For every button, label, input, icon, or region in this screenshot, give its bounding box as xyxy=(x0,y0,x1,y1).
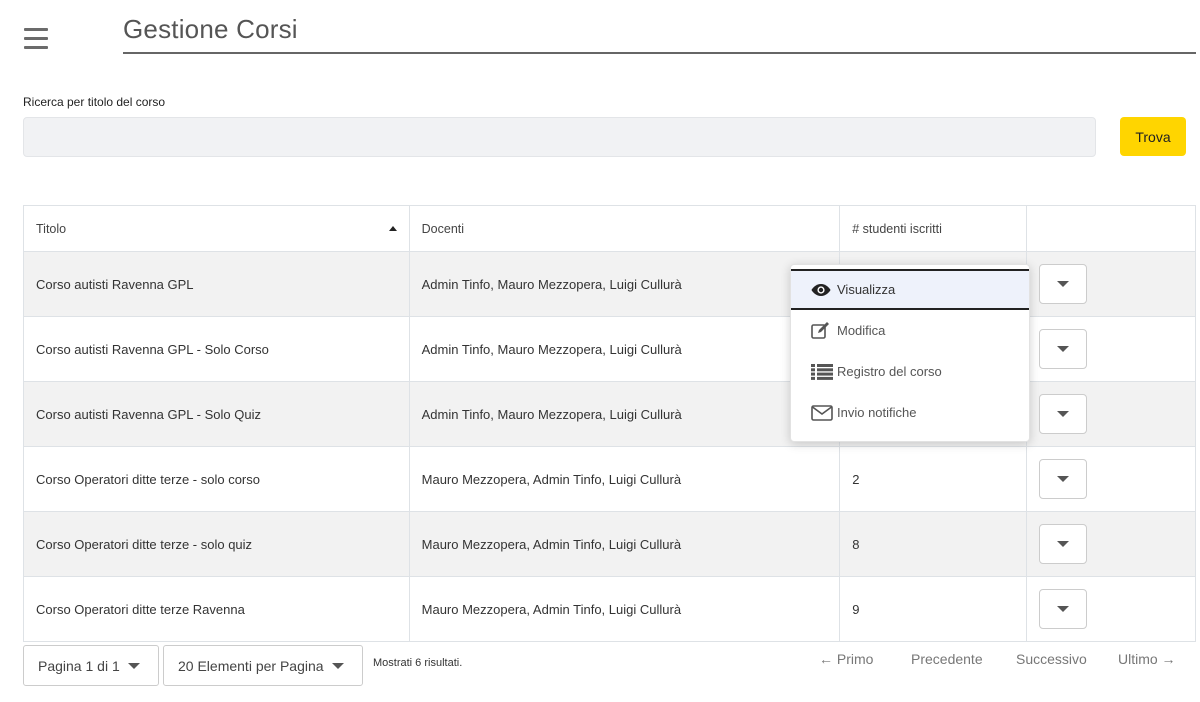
row-actions-button[interactable] xyxy=(1039,264,1088,304)
column-header-title[interactable]: Titolo xyxy=(23,205,410,252)
column-header-label: Titolo xyxy=(36,221,67,236)
cell-teachers: Admin Tinfo, Mauro Mezzopera, Luigi Cull… xyxy=(408,316,841,382)
menu-item-label: Modifica xyxy=(837,323,886,338)
cell-teachers: Mauro Mezzopera, Admin Tinfo, Luigi Cull… xyxy=(408,576,841,642)
cell-actions xyxy=(1026,446,1196,512)
cell-students: 8 xyxy=(839,511,1028,577)
menu-item-label: Invio notifiche xyxy=(837,405,917,420)
cell-actions xyxy=(1026,576,1196,642)
table-row: Corso Operatori ditte terze Ravenna Maur… xyxy=(23,576,1196,642)
menu-item-invio-notifiche[interactable]: Invio notifiche xyxy=(791,392,1029,433)
cell-title: Corso autisti Ravenna GPL xyxy=(23,251,410,317)
menu-item-label: Visualizza xyxy=(837,282,896,297)
page-select-value: Pagina 1 di 1 xyxy=(38,657,120,674)
row-actions-button[interactable] xyxy=(1039,524,1088,564)
cell-actions xyxy=(1026,316,1196,382)
cell-actions xyxy=(1026,251,1196,317)
table-row: Corso Operatori ditte terze - solo quiz … xyxy=(23,511,1196,577)
row-actions-button[interactable] xyxy=(1039,394,1088,434)
cell-actions xyxy=(1026,511,1196,577)
sort-asc-icon[interactable] xyxy=(388,226,397,231)
menu-toggle-icon[interactable] xyxy=(24,28,48,50)
cell-title: Corso Operatori ditte terze - solo corso xyxy=(23,446,410,512)
previous-page-link[interactable]: Precedente xyxy=(911,651,983,667)
chevron-down-icon xyxy=(1057,476,1070,482)
list-icon xyxy=(811,363,833,381)
chevron-down-icon xyxy=(127,662,140,669)
table-row: Corso Operatori ditte terze - solo corso… xyxy=(23,446,1196,512)
menu-item-registro[interactable]: Registro del corso xyxy=(791,351,1029,392)
menu-item-visualizza[interactable]: Visualizza xyxy=(791,269,1029,310)
search-label: Ricerca per titolo del corso xyxy=(23,95,166,109)
title-divider xyxy=(123,52,1196,54)
search-input[interactable] xyxy=(23,117,1096,157)
envelope-icon xyxy=(811,404,833,422)
per-page-select[interactable]: 20 Elementi per Pagina xyxy=(163,645,363,686)
results-count: Mostrati 6 risultati. xyxy=(373,657,463,669)
first-page-link[interactable]: ← Primo xyxy=(819,651,873,667)
cell-title: Corso Operatori ditte terze - solo quiz xyxy=(23,511,410,577)
menu-item-label: Registro del corso xyxy=(837,364,942,379)
column-header-actions xyxy=(1026,205,1196,252)
chevron-down-icon xyxy=(331,662,344,669)
edit-icon xyxy=(811,321,833,340)
cell-title: Corso Operatori ditte terze Ravenna xyxy=(23,576,410,642)
cell-teachers: Mauro Mezzopera, Admin Tinfo, Luigi Cull… xyxy=(408,511,841,577)
row-actions-button[interactable] xyxy=(1039,459,1088,499)
cell-actions xyxy=(1026,381,1196,447)
menu-item-modifica[interactable]: Modifica xyxy=(791,310,1029,351)
row-actions-menu: Visualizza Modifica Registro del corso I… xyxy=(790,264,1030,442)
column-header-teachers: Docenti xyxy=(408,205,841,252)
page-select[interactable]: Pagina 1 di 1 xyxy=(23,645,159,686)
column-header-students: # studenti iscritti xyxy=(839,205,1028,252)
chevron-down-icon xyxy=(1057,281,1070,287)
next-page-link[interactable]: Successivo xyxy=(1016,651,1087,667)
chevron-down-icon xyxy=(1057,606,1070,612)
cell-title: Corso autisti Ravenna GPL - Solo Quiz xyxy=(23,381,410,447)
chevron-down-icon xyxy=(1057,541,1070,547)
cell-students: 2 xyxy=(839,446,1028,512)
chevron-down-icon xyxy=(1057,411,1070,417)
cell-teachers: Admin Tinfo, Mauro Mezzopera, Luigi Cull… xyxy=(408,251,841,317)
chevron-down-icon xyxy=(1057,346,1070,352)
cell-teachers: Mauro Mezzopera, Admin Tinfo, Luigi Cull… xyxy=(408,446,841,512)
row-actions-button[interactable] xyxy=(1039,589,1088,629)
cell-title: Corso autisti Ravenna GPL - Solo Corso xyxy=(23,316,410,382)
eye-icon xyxy=(811,281,833,299)
search-button[interactable]: Trova xyxy=(1120,117,1186,156)
last-page-link[interactable]: Ultimo → xyxy=(1118,651,1176,667)
cell-students: 9 xyxy=(839,576,1028,642)
row-actions-button[interactable] xyxy=(1039,329,1088,369)
page-title: Gestione Corsi xyxy=(123,14,298,44)
cell-teachers: Admin Tinfo, Mauro Mezzopera, Luigi Cull… xyxy=(408,381,841,447)
table-header-row: Titolo Docenti # studenti iscritti xyxy=(23,205,1196,252)
per-page-select-value: 20 Elementi per Pagina xyxy=(178,657,324,674)
